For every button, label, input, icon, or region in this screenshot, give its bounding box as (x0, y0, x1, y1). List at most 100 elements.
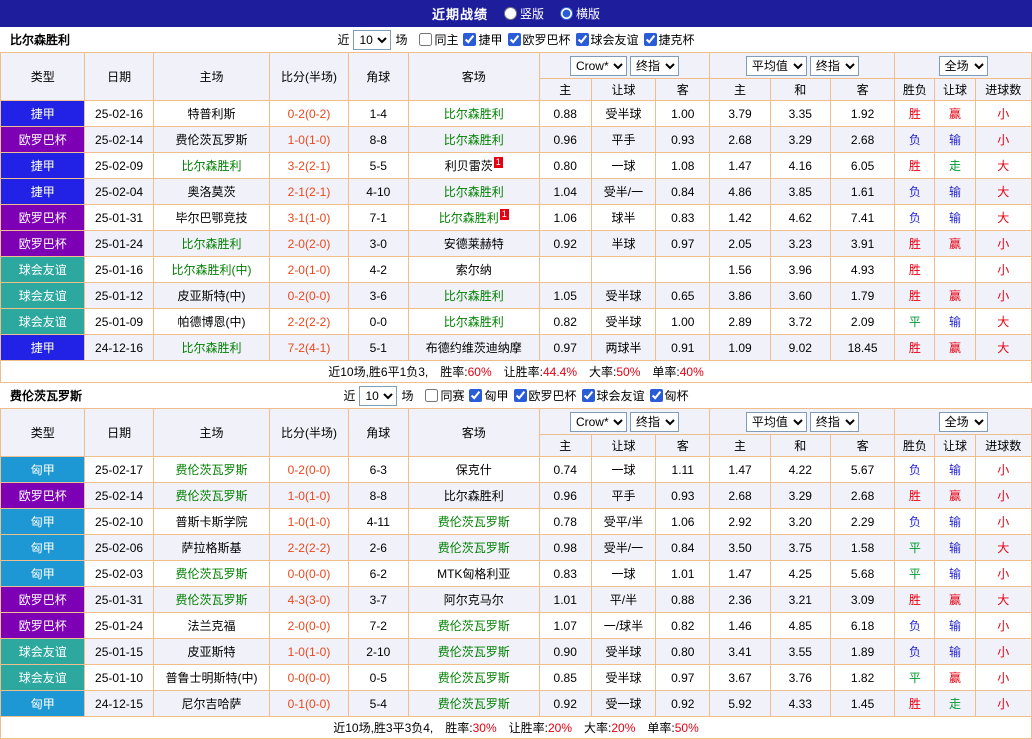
avg-value: 2.05 (709, 230, 771, 257)
filter-checkbox[interactable]: 球会友谊 (575, 31, 639, 48)
filter-checkbox-input[interactable] (575, 32, 589, 46)
odds-value: 0.84 (655, 178, 711, 205)
filter-checkbox-input[interactable] (469, 388, 483, 402)
filter-checkbox[interactable]: 捷克杯 (643, 31, 695, 48)
results-body: 匈甲 25-02-17 费伦茨瓦罗斯 0-2(0-0) 6-3 保克什 0.74 一球 1.11… (0, 456, 1032, 717)
filter-checkbox-input[interactable] (419, 32, 433, 46)
avg-select[interactable]: 平均值 (745, 55, 807, 76)
result-flag: 大 (974, 204, 1032, 231)
section-header: 比尔森胜利 近 10 场 同主 捷甲 欧罗巴杯 球会友谊 捷克杯 (0, 27, 1032, 52)
odds-company-select[interactable]: Crow* (569, 55, 627, 76)
filter-checks: 同主 捷甲 欧罗巴杯 球会友谊 捷克杯 (411, 31, 695, 49)
odds-value: 0.92 (538, 230, 592, 257)
corner-score: 4-2 (347, 256, 409, 283)
result-flag: 小 (974, 126, 1032, 153)
avg-value: 1.47 (709, 456, 771, 483)
avg-value: 1.56 (709, 256, 771, 283)
avg-value: 3.60 (769, 282, 831, 309)
odds-final-select[interactable]: 终指 (629, 55, 679, 76)
filter-checkbox[interactable]: 同赛 (425, 387, 464, 404)
filter-bar: 近 10 场 同主 捷甲 欧罗巴杯 球会友谊 捷克杯 (337, 29, 695, 50)
match-row: 匈甲 25-02-06 萨拉格斯基 2-2(2-2) 2-6 费伦茨瓦罗斯 0.98 受半/一… (0, 534, 1032, 561)
away-team: 比尔森胜利 (407, 126, 540, 153)
avg-value: 3.35 (769, 100, 831, 127)
filter-checkbox[interactable]: 匈杯 (649, 387, 689, 404)
result-flag: 大 (974, 308, 1032, 335)
odds-value: 一球 (590, 456, 657, 483)
match-date: 25-02-16 (84, 100, 154, 127)
match-count-select[interactable]: 10 (359, 385, 398, 406)
odds-value: 0.83 (655, 204, 711, 231)
summary-stat: 胜率:30% (445, 721, 496, 735)
filter-checkbox[interactable]: 捷甲 (463, 31, 503, 48)
match-score: 1-0(1-0) (269, 482, 349, 509)
fullmatch-select[interactable]: 全场 (938, 411, 988, 432)
games-label: 场 (395, 33, 408, 47)
filter-checkbox[interactable]: 球会友谊 (581, 387, 645, 404)
match-count-select[interactable]: 10 (353, 29, 392, 50)
league-badge: 匈甲 (0, 456, 86, 483)
filter-checkbox[interactable]: 欧罗巴杯 (513, 387, 577, 404)
match-row: 欧罗巴杯 25-01-31 毕尔巴鄂竞技 3-1(1-0) 7-1 比尔森胜利 1 1.06 球… (0, 204, 1032, 231)
avg-value: 5.68 (829, 560, 896, 587)
avg-value: 9.02 (769, 334, 831, 361)
result-flag: 小 (974, 638, 1032, 665)
avg-final-select[interactable]: 终指 (809, 55, 859, 76)
league-badge: 球会友谊 (0, 282, 86, 309)
filter-checkbox-input[interactable] (581, 388, 595, 402)
filter-checkbox-input[interactable] (513, 388, 527, 402)
odds-company-select[interactable]: Crow* (569, 411, 627, 432)
corner-score: 4-10 (347, 178, 409, 205)
filter-checkbox-input[interactable] (649, 388, 663, 402)
col-away-header: 客场 (407, 408, 540, 457)
summary-stat: 让胜率:44.4% (504, 365, 577, 379)
layout-radio[interactable] (503, 7, 517, 20)
summary-stat-value: 20% (547, 721, 573, 735)
match-row: 匈甲 25-02-10 普斯卡斯学院 1-0(1-0) 4-11 费伦茨瓦罗斯 0.78 受平… (0, 508, 1032, 535)
team-name: 费伦茨瓦罗斯 (10, 389, 83, 403)
league-badge: 球会友谊 (0, 638, 86, 665)
filter-checkbox-label: 球会友谊 (596, 388, 645, 403)
recent-results-page: 近期战绩 竖版 横版 比尔森胜利 近 10 场 同主 捷甲 欧罗巴杯 球会友谊 捷克杯 (0, 0, 1032, 739)
filter-checkbox-label: 同主 (434, 32, 459, 47)
result-flag: 负 (894, 612, 936, 639)
subcol-avg-draw: 和 (769, 78, 831, 101)
odds-final-select[interactable]: 终指 (629, 411, 679, 432)
result-flag: 胜 (894, 690, 936, 717)
layout-option-horizontal[interactable]: 横版 (560, 5, 600, 22)
avg-final-select[interactable]: 终指 (809, 411, 859, 432)
avg-value: 5.67 (829, 456, 896, 483)
filter-checkbox-input[interactable] (507, 32, 521, 46)
avg-select[interactable]: 平均值 (745, 411, 807, 432)
filter-checkbox[interactable]: 匈甲 (469, 387, 509, 404)
avg-group-header: 平均值 终指 (709, 408, 896, 435)
filter-checkbox-input[interactable] (425, 388, 439, 402)
avg-value: 2.36 (709, 586, 771, 613)
layout-option-vertical[interactable]: 竖版 (503, 5, 544, 22)
subcol-avg-away: 客 (829, 434, 896, 457)
odds-value (655, 256, 711, 283)
fullmatch-select[interactable]: 全场 (938, 55, 988, 76)
result-flag: 小 (974, 612, 1032, 639)
summary-stat: 大率:50% (589, 365, 640, 379)
match-score: 0-1(0-0) (269, 690, 349, 717)
odds-value: 平手 (590, 126, 657, 153)
match-date: 25-02-03 (84, 560, 154, 587)
league-badge: 欧罗巴杯 (0, 482, 86, 509)
filter-checkbox-input[interactable] (643, 32, 657, 46)
result-flag: 输 (934, 308, 976, 335)
match-score: 2-0(1-0) (269, 256, 349, 283)
match-score: 2-2(2-2) (269, 534, 349, 561)
layout-radio[interactable] (560, 7, 573, 20)
odds-value: 1.06 (538, 204, 592, 231)
filter-checkbox[interactable]: 欧罗巴杯 (507, 31, 571, 48)
odds-value: 0.82 (655, 612, 711, 639)
home-team: 比尔森胜利 (152, 152, 271, 179)
avg-value: 3.20 (769, 508, 831, 535)
match-score: 3-1(1-0) (269, 204, 349, 231)
filter-checkbox-input[interactable] (463, 32, 477, 46)
subcol-avg-draw: 和 (769, 434, 831, 457)
match-date: 25-01-15 (84, 638, 154, 665)
filter-checkbox[interactable]: 同主 (419, 31, 458, 48)
avg-value: 3.23 (769, 230, 831, 257)
